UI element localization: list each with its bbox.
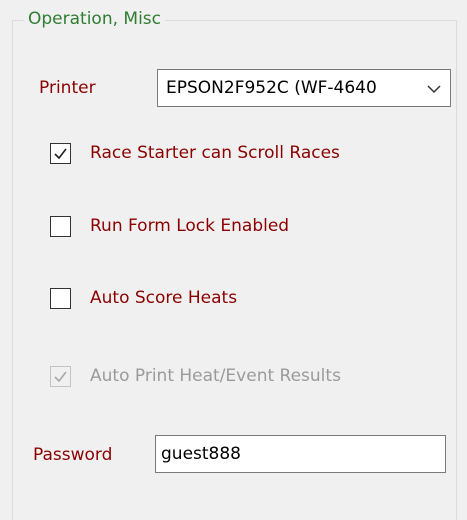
password-label: Password [33, 445, 113, 465]
printer-selected-value: EPSON2F952C (WF-4640 [166, 78, 377, 98]
chevron-down-icon[interactable] [426, 81, 442, 95]
race-starter-scroll-checkbox[interactable] [50, 143, 71, 164]
auto-score-heats-label: Auto Score Heats [90, 288, 238, 308]
printer-label: Printer [39, 78, 96, 98]
password-field[interactable] [155, 435, 446, 473]
auto-print-results-checkbox [50, 366, 71, 387]
auto-print-results-label: Auto Print Heat/Event Results [90, 366, 341, 386]
checkmark-icon [54, 148, 67, 160]
run-form-lock-label: Run Form Lock Enabled [90, 216, 290, 236]
checkmark-icon [54, 371, 67, 383]
run-form-lock-checkbox[interactable] [50, 216, 71, 237]
group-title: Operation, Misc [24, 8, 166, 30]
auto-score-heats-checkbox[interactable] [50, 288, 71, 309]
printer-dropdown[interactable]: EPSON2F952C (WF-4640 [157, 69, 451, 107]
race-starter-scroll-label: Race Starter can Scroll Races [90, 143, 340, 163]
